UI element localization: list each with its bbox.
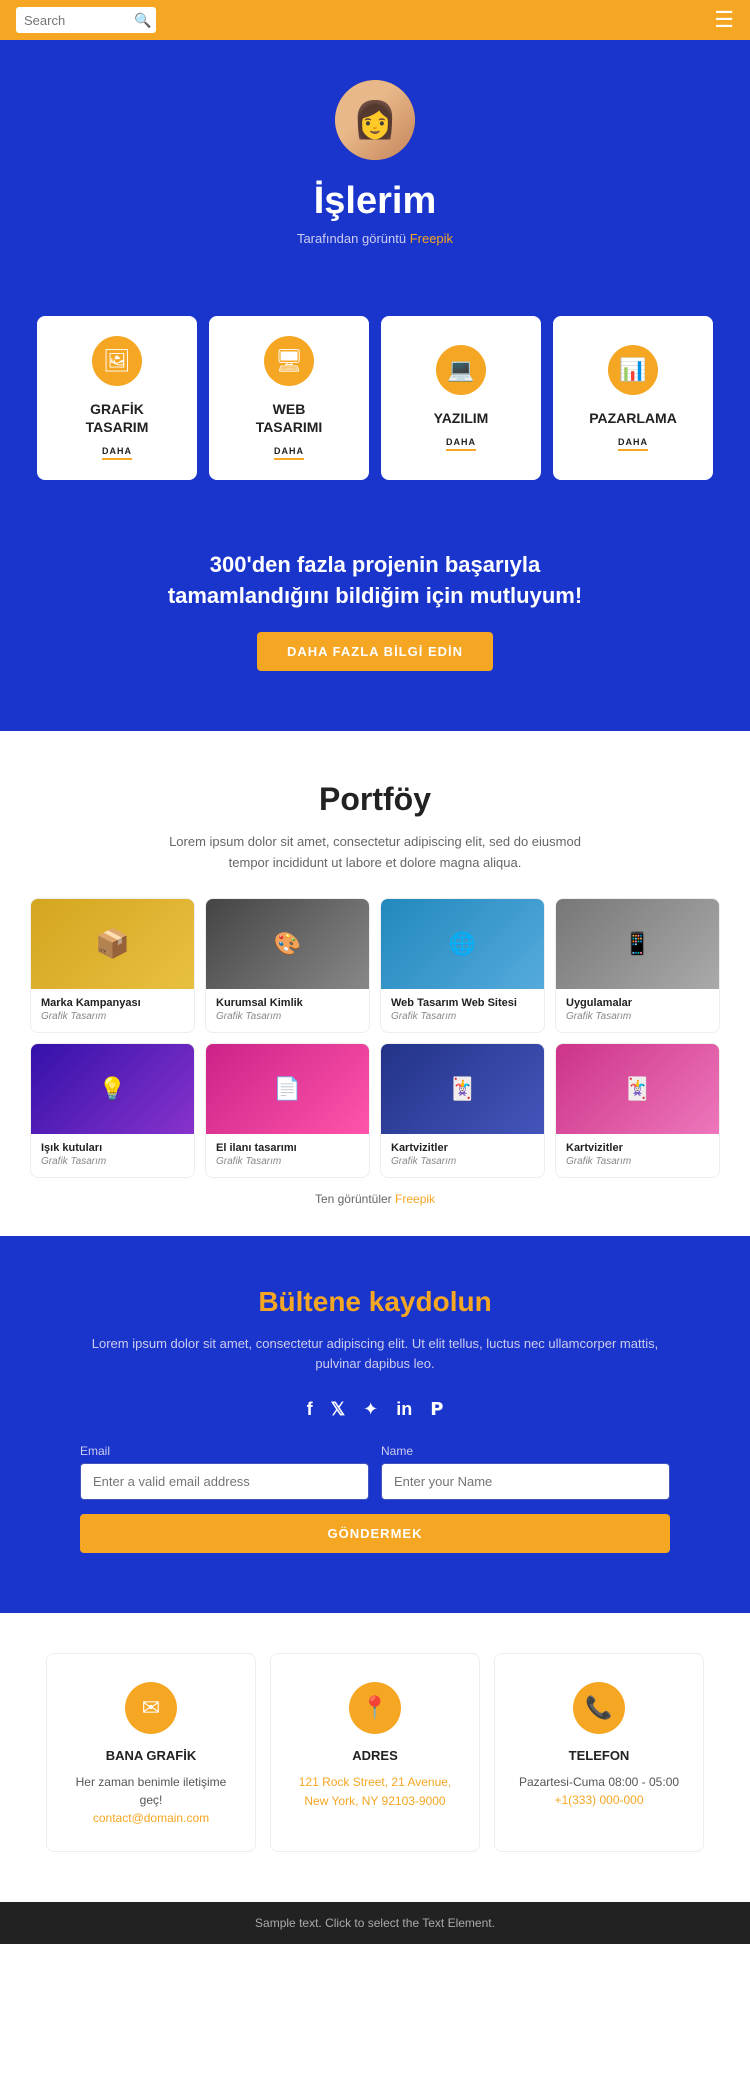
avatar: 👩	[335, 80, 415, 160]
pinterest-icon[interactable]: 𝗣	[430, 1399, 443, 1420]
facebook-icon[interactable]: f	[307, 1399, 313, 1420]
portfolio-section: Portföy Lorem ipsum dolor sit amet, cons…	[0, 731, 750, 1236]
portfolio-desc: Lorem ipsum dolor sit amet, consectetur …	[165, 832, 585, 874]
service-card-pazarlama: 📊 PAZARLAMA DAHA	[553, 316, 713, 480]
portfolio-grid-bottom: 💡 Işık kutuları Grafik Tasarım 📄 El ilan…	[30, 1043, 720, 1178]
contact-email-title: BANA GRAFİK	[63, 1748, 239, 1763]
hero-title: İşlerim	[20, 180, 730, 223]
yazilim-title: YAZILIM	[434, 409, 489, 427]
contact-address-title: ADRES	[287, 1748, 463, 1763]
hero-section: 👩 İşlerim Tarafından görüntü Freepik	[0, 40, 750, 296]
pazarlama-icon: 📊	[608, 345, 658, 395]
search-box[interactable]: 🔍	[16, 7, 156, 33]
search-input[interactable]	[24, 13, 134, 28]
portfolio-item-6-cat: Grafik Tasarım	[216, 1156, 359, 1167]
portfolio-item-3-name: Web Tasarım Web Sitesi	[391, 997, 534, 1009]
email-input[interactable]	[80, 1463, 369, 1500]
contact-address-link[interactable]: 121 Rock Street, 21 Avenue,New York, NY …	[299, 1775, 452, 1808]
portfolio-item-4: 📱 Uygulamalar Grafik Tasarım	[555, 898, 720, 1033]
grafik-daha[interactable]: DAHA	[102, 446, 132, 460]
contact-phone-title: TELEFON	[511, 1748, 687, 1763]
submit-button[interactable]: GÖNDERMEK	[80, 1514, 670, 1553]
header: 🔍 ☰	[0, 0, 750, 40]
promo-text: 300'den fazla projenin başarıylatamamlan…	[60, 550, 690, 612]
portfolio-item-4-name: Uygulamalar	[566, 997, 709, 1009]
portfolio-grid-top: 📦 Marka Kampanyası Grafik Tasarım 🎨 Kuru…	[30, 898, 720, 1033]
twitter-icon[interactable]: 𝕏	[331, 1399, 346, 1420]
hamburger-menu[interactable]: ☰	[714, 7, 734, 33]
contact-phone-link[interactable]: +1(333) 000-000	[554, 1793, 643, 1807]
linkedin-icon[interactable]: in	[396, 1399, 412, 1420]
phone-contact-icon: 📞	[573, 1682, 625, 1734]
portfolio-item-1: 📦 Marka Kampanyası Grafik Tasarım	[30, 898, 195, 1033]
grafik-title: GRAFİKTASARIM	[86, 400, 149, 436]
portfolio-item-3-cat: Grafik Tasarım	[391, 1011, 534, 1022]
service-card-grafik: 🖼 GRAFİKTASARIM DAHA	[37, 316, 197, 480]
portfolio-item-2-name: Kurumsal Kimlik	[216, 997, 359, 1009]
contact-card-phone: 📞 TELEFON Pazartesi-Cuma 08:00 - 05:00 +…	[494, 1653, 704, 1852]
portfolio-item-3: 🌐 Web Tasarım Web Sitesi Grafik Tasarım	[380, 898, 545, 1033]
contact-card-address: 📍 ADRES 121 Rock Street, 21 Avenue,New Y…	[270, 1653, 480, 1852]
yazilim-daha[interactable]: DAHA	[446, 437, 476, 451]
web-icon: 🖥	[264, 336, 314, 386]
portfolio-item-5: 💡 Işık kutuları Grafik Tasarım	[30, 1043, 195, 1178]
search-icon: 🔍	[134, 12, 151, 29]
contact-phone-text: Pazartesi-Cuma 08:00 - 05:00	[511, 1773, 687, 1791]
portfolio-item-7-name: Kartvizitler	[391, 1142, 534, 1154]
portfolio-item-2: 🎨 Kurumsal Kimlik Grafik Tasarım	[205, 898, 370, 1033]
contact-card-email: ✉ BANA GRAFİK Her zaman benimle iletişim…	[46, 1653, 256, 1852]
freepik-portfolio-link[interactable]: Freepik	[395, 1192, 435, 1206]
pazarlama-title: PAZARLAMA	[589, 409, 677, 427]
portfolio-item-8-cat: Grafik Tasarım	[566, 1156, 709, 1167]
portfolio-item-4-cat: Grafik Tasarım	[566, 1011, 709, 1022]
email-contact-icon: ✉	[125, 1682, 177, 1734]
portfolio-item-7: 🃏 Kartvizitler Grafik Tasarım	[380, 1043, 545, 1178]
name-label: Name	[381, 1444, 670, 1458]
portfolio-item-8: 🃏 Kartvizitler Grafik Tasarım	[555, 1043, 720, 1178]
avatar-image: 👩	[335, 80, 415, 160]
portfolio-item-2-cat: Grafik Tasarım	[216, 1011, 359, 1022]
newsletter-title: Bültene kaydolun	[80, 1286, 670, 1318]
portfolio-item-7-cat: Grafik Tasarım	[391, 1156, 534, 1167]
portfolio-item-5-cat: Grafik Tasarım	[41, 1156, 184, 1167]
social-icons: f 𝕏 ✦ in 𝗣	[80, 1399, 670, 1420]
promo-section: 300'den fazla projenin başarıylatamamlan…	[0, 520, 750, 731]
contact-email-link[interactable]: contact@domain.com	[93, 1811, 209, 1825]
contact-email-text: Her zaman benimle iletişime geç!	[63, 1773, 239, 1809]
contact-section: ✉ BANA GRAFİK Her zaman benimle iletişim…	[0, 1613, 750, 1902]
web-title: WEBTASARIMI	[256, 400, 323, 436]
learn-more-button[interactable]: DAHA FAZLA BİLGİ EDİN	[257, 632, 493, 671]
email-label: Email	[80, 1444, 369, 1458]
portfolio-item-1-name: Marka Kampanyası	[41, 997, 184, 1009]
service-card-web: 🖥 WEBTASARIMI DAHA	[209, 316, 369, 480]
hero-subtitle: Tarafından görüntü Freepik	[20, 231, 730, 246]
footer-text: Sample text. Click to select the Text El…	[255, 1916, 495, 1930]
instagram-icon[interactable]: ✦	[363, 1399, 378, 1420]
services-section: 🖼 GRAFİKTASARIM DAHA 🖥 WEBTASARIMI DAHA …	[0, 296, 750, 520]
address-contact-icon: 📍	[349, 1682, 401, 1734]
portfolio-footer: Ten görüntüler Freepik	[30, 1192, 720, 1206]
service-card-yazilim: 💻 YAZILIM DAHA	[381, 316, 541, 480]
web-daha[interactable]: DAHA	[274, 446, 304, 460]
name-input[interactable]	[381, 1463, 670, 1500]
newsletter-form-row: Email Name	[80, 1444, 670, 1500]
grafik-icon: 🖼	[92, 336, 142, 386]
freepik-link[interactable]: Freepik	[410, 231, 453, 246]
portfolio-item-1-cat: Grafik Tasarım	[41, 1011, 184, 1022]
portfolio-item-6-name: El ilanı tasarımı	[216, 1142, 359, 1154]
portfolio-item-8-name: Kartvizitler	[566, 1142, 709, 1154]
newsletter-section: Bültene kaydolun Lorem ipsum dolor sit a…	[0, 1236, 750, 1614]
footer: Sample text. Click to select the Text El…	[0, 1902, 750, 1944]
pazarlama-daha[interactable]: DAHA	[618, 437, 648, 451]
portfolio-item-5-name: Işık kutuları	[41, 1142, 184, 1154]
name-group: Name	[381, 1444, 670, 1500]
yazilim-icon: 💻	[436, 345, 486, 395]
email-group: Email	[80, 1444, 369, 1500]
newsletter-desc: Lorem ipsum dolor sit amet, consectetur …	[80, 1334, 670, 1376]
portfolio-item-6: 📄 El ilanı tasarımı Grafik Tasarım	[205, 1043, 370, 1178]
portfolio-title: Portföy	[30, 781, 720, 818]
